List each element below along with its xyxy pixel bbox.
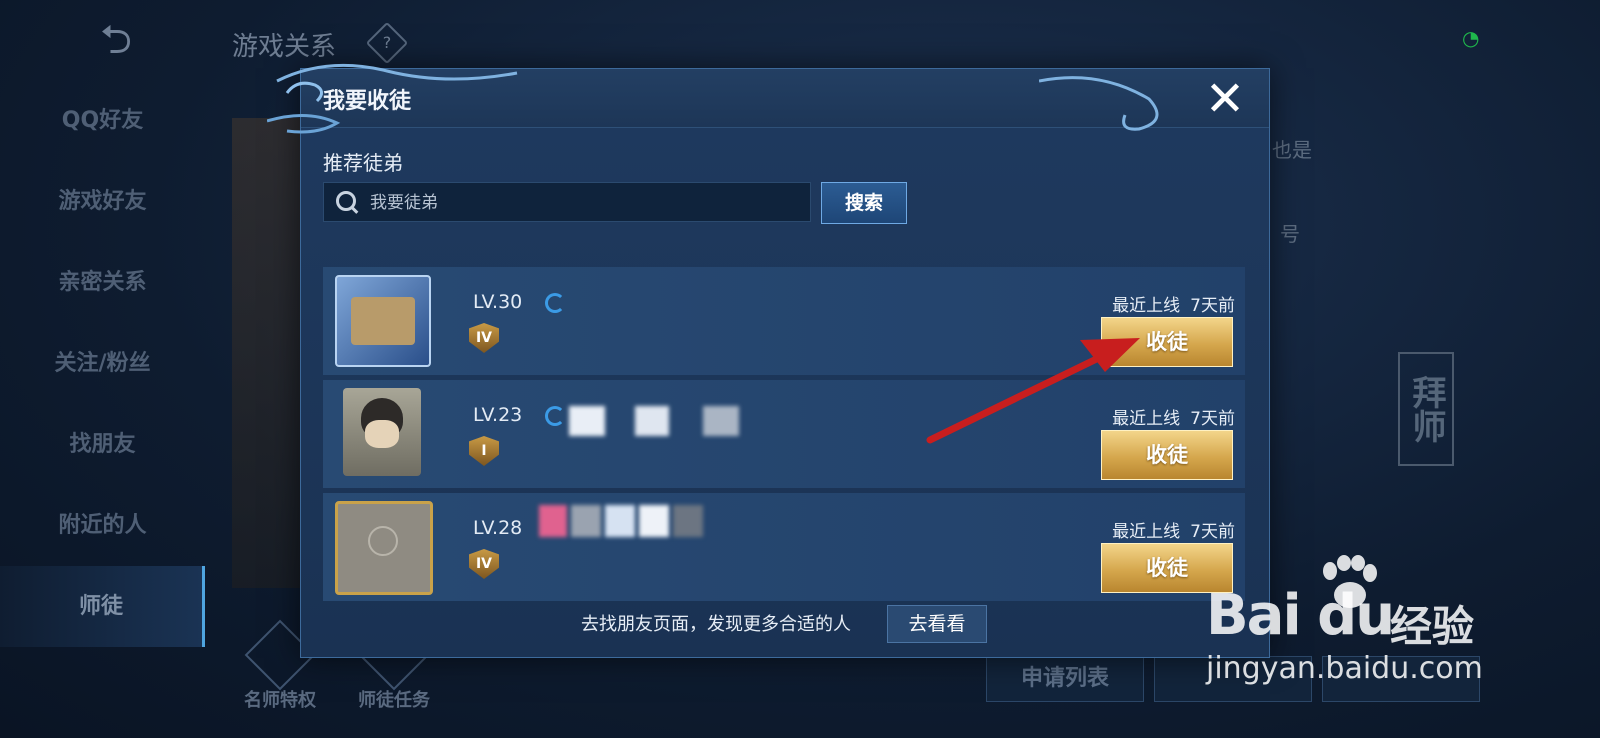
sidebar-item-game-friends[interactable]: 游戏好友 [0, 161, 205, 242]
search-box [323, 182, 811, 223]
seal-emblem: 拜师 [1398, 352, 1454, 466]
back-icon[interactable]: ⮌ [100, 20, 170, 60]
last-online: 最近上线 7天前 [1112, 517, 1235, 542]
last-online-time: 7天前 [1190, 296, 1235, 316]
qq-icon [545, 293, 565, 313]
sidebar: QQ好友 游戏好友 亲密关系 关注/粉丝 找朋友 附近的人 师徒 [0, 80, 205, 647]
dialog-title: 我要收徒 [323, 89, 412, 114]
search-button[interactable]: 搜索 [821, 182, 907, 224]
last-online-time: 7天前 [1190, 522, 1235, 542]
rank-badge: IV [469, 549, 499, 579]
avatar [343, 388, 421, 476]
candidate-row: LV.28 IV 最近上线 7天前 收徒 [323, 493, 1245, 601]
go-look-button[interactable]: 去看看 [887, 605, 987, 643]
search-input[interactable] [368, 183, 802, 223]
apply-list-button[interactable]: 申请列表 [986, 656, 1144, 702]
redacted-name [639, 505, 669, 537]
annotation-arrow-icon [926, 338, 1140, 444]
level-text: LV.28 [473, 517, 523, 539]
background-text: 也是 [1272, 138, 1312, 162]
rank-badge: I [469, 436, 499, 466]
close-icon[interactable]: ✕ [1201, 75, 1249, 125]
sidebar-item-intimate[interactable]: 亲密关系 [0, 242, 205, 323]
sidebar-item-mentorship[interactable]: 师徒 [0, 566, 205, 647]
search-icon [336, 191, 356, 211]
redacted-name [703, 406, 739, 436]
help-glyph: ? [382, 33, 392, 52]
redacted-name [539, 505, 567, 537]
watermark-cn: 经验 [1390, 602, 1475, 651]
page-title: 游戏关系 [232, 32, 337, 62]
sidebar-item-nearby[interactable]: 附近的人 [0, 485, 205, 566]
bottom-icon-label: 名师特权 [244, 690, 316, 711]
qq-icon [545, 406, 565, 426]
last-online: 最近上线 7天前 [1112, 291, 1235, 316]
last-online-label: 最近上线 [1112, 296, 1181, 316]
wifi-icon: ◔ [1462, 26, 1480, 50]
redacted-name [673, 505, 703, 537]
watermark-logo: Bai du [1206, 583, 1395, 648]
last-online-time: 7天前 [1190, 409, 1235, 429]
footer-hint: 去找朋友页面，发现更多合适的人 [581, 614, 851, 635]
smiley-icon [368, 526, 398, 556]
cloud-swirl-decoration [1039, 76, 1159, 131]
redacted-name [571, 505, 601, 537]
redacted-name [605, 505, 635, 537]
last-online-label: 最近上线 [1112, 522, 1181, 542]
background-text: 号 [1280, 222, 1300, 246]
redacted-name [569, 406, 605, 436]
bottom-icon-label: 师徒任务 [358, 690, 430, 711]
redacted-name [635, 406, 669, 436]
sidebar-item-find-friends[interactable]: 找朋友 [0, 404, 205, 485]
avatar-image [351, 297, 415, 345]
section-title: 推荐徒弟 [323, 151, 403, 175]
baidu-watermark: Bai du 经验 jingyan.baidu.com [1200, 555, 1490, 705]
avatar [335, 501, 433, 595]
sidebar-item-follow[interactable]: 关注/粉丝 [0, 323, 205, 404]
level-text: LV.30 [473, 291, 523, 313]
help-icon[interactable]: ? [365, 21, 409, 65]
level-text: LV.23 [473, 404, 523, 426]
watermark-url: jingyan.baidu.com [1206, 651, 1483, 686]
avatar [335, 275, 431, 367]
sidebar-item-qq-friends[interactable]: QQ好友 [0, 80, 205, 161]
avatar-image [365, 420, 399, 448]
rank-badge: IV [469, 323, 499, 353]
